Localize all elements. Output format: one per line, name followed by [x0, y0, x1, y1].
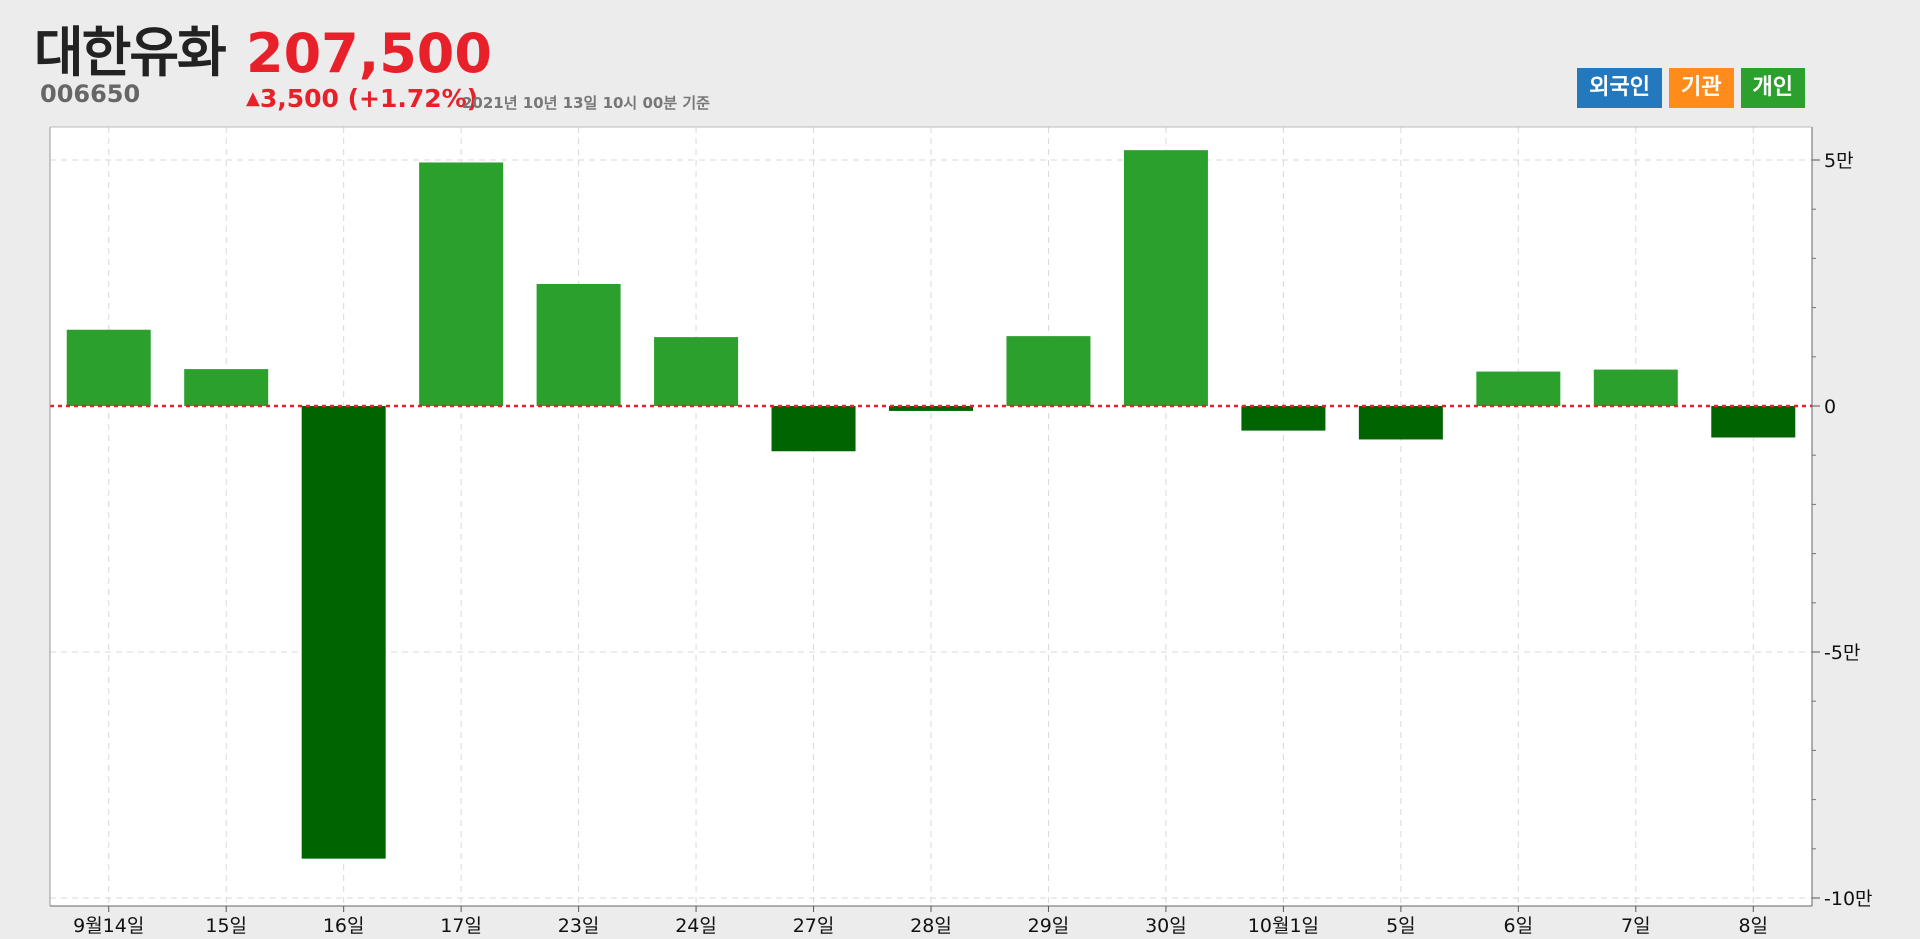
bar — [1593, 369, 1678, 406]
y-tick-label: -5만 — [1824, 642, 1860, 664]
bar — [1476, 371, 1561, 406]
x-tick-label: 5일 — [1386, 915, 1416, 937]
x-tick-label: 8일 — [1738, 915, 1768, 937]
x-tick-label: 7일 — [1621, 915, 1651, 937]
bar — [66, 329, 151, 406]
investor-net-buy-chart: 5만 0 -5만 -10만 9월14일 15일 16일 17일 23일 24일 27일 28일 29일 3… — [49, 126, 1873, 937]
x-tick-label: 23일 — [558, 915, 600, 937]
x-tick-label: 27일 — [793, 915, 835, 937]
x-tick-label: 6일 — [1504, 915, 1534, 937]
bar — [1006, 336, 1091, 406]
x-tick-label: 16일 — [323, 915, 365, 937]
y-tick-label: 5만 — [1824, 150, 1854, 172]
x-tick-label: 17일 — [440, 915, 482, 937]
x-tick-label: 15일 — [205, 915, 247, 937]
bar — [301, 406, 386, 859]
x-tick-label: 29일 — [1028, 915, 1070, 937]
bar — [1711, 406, 1796, 438]
x-tick-label: 30일 — [1145, 915, 1187, 937]
y-tick-label: -10만 — [1824, 888, 1873, 910]
x-tick-label: 28일 — [910, 915, 952, 937]
bar — [654, 337, 739, 406]
bar — [184, 369, 269, 406]
x-tick-label: 9월14일 — [73, 915, 144, 937]
x-tick-label: 10월1일 — [1248, 915, 1319, 937]
y-tick-label: 0 — [1824, 396, 1836, 418]
bar — [1358, 406, 1443, 440]
bar — [1123, 150, 1208, 406]
bar — [1241, 406, 1326, 431]
bar — [536, 283, 621, 406]
bar — [419, 162, 504, 406]
x-tick-label: 24일 — [675, 915, 717, 937]
bar — [771, 406, 856, 452]
